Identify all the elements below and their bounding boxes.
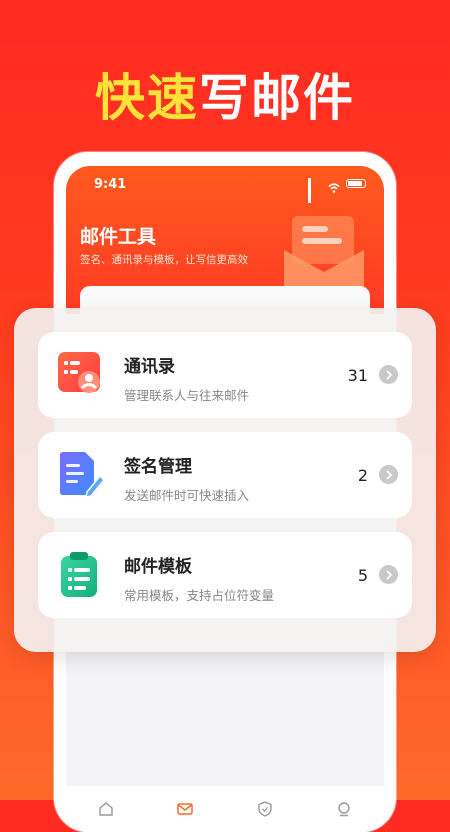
- promo-headline: 快速写邮件: [0, 58, 450, 130]
- card-contacts[interactable]: 通讯录 管理联系人与往来邮件 31: [38, 332, 412, 418]
- chevron-right-icon[interactable]: [379, 465, 398, 484]
- headline-rest: 写邮件: [199, 69, 355, 127]
- contacts-icon: [58, 352, 100, 393]
- chevron-right-icon[interactable]: [379, 565, 398, 584]
- profile-icon[interactable]: [334, 799, 354, 819]
- shield-icon[interactable]: [255, 799, 275, 819]
- tab-bar: [66, 786, 384, 832]
- card-title: 邮件模板: [124, 557, 192, 577]
- app-title: 邮件工具: [80, 226, 157, 248]
- card-count: 2: [357, 466, 368, 485]
- wifi-icon: [328, 178, 340, 193]
- card-count: 31: [347, 366, 368, 385]
- card-description: 管理联系人与往来邮件: [124, 388, 250, 403]
- home-icon[interactable]: [96, 799, 116, 819]
- mail-illustration-icon: [284, 216, 364, 288]
- app-subtitle: 签名、通讯录与模板，让写信更高效: [80, 254, 248, 266]
- chevron-right-icon[interactable]: [379, 365, 398, 384]
- card-description: 发送邮件时可快速插入: [124, 488, 250, 503]
- card-title: 签名管理: [124, 457, 192, 477]
- card-count: 5: [357, 566, 368, 585]
- card-signature[interactable]: 签名管理 发送邮件时可快速插入 2: [38, 432, 412, 518]
- card-title: 通讯录: [124, 357, 175, 377]
- headline-highlight: 快速: [95, 69, 199, 127]
- status-time: 9:41: [94, 177, 127, 192]
- signature-icon: [60, 452, 104, 498]
- template-icon: [61, 552, 97, 597]
- status-icons: [308, 178, 366, 203]
- battery-icon: [346, 178, 366, 188]
- feature-panel: 通讯录 管理联系人与往来邮件 31 签名管理 发送邮件时可快速插入 2 邮件模板…: [14, 308, 436, 652]
- mail-icon[interactable]: [175, 799, 195, 819]
- card-description: 常用模板，支持占位符变量: [124, 588, 275, 603]
- signal-icon: [308, 178, 322, 203]
- card-templates[interactable]: 邮件模板 常用模板，支持占位符变量 5: [38, 532, 412, 618]
